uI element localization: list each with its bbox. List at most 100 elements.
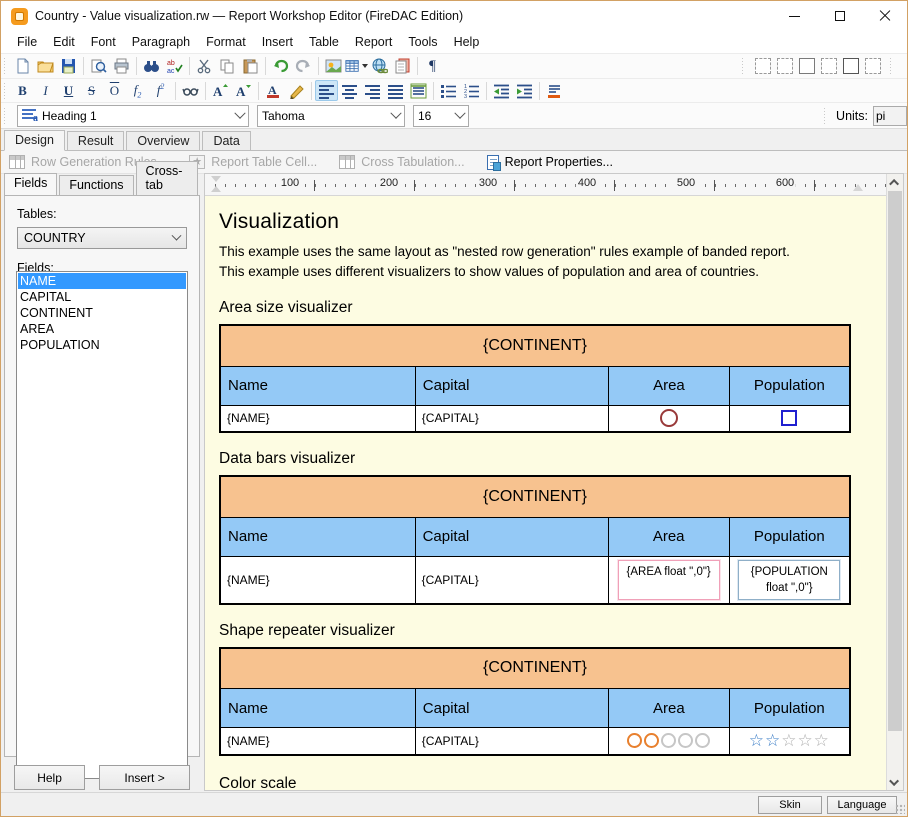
border-outline-button[interactable] xyxy=(799,58,815,74)
menu-tools[interactable]: Tools xyxy=(400,33,445,51)
right-indent-marker[interactable] xyxy=(853,184,863,191)
hidden-text-button[interactable] xyxy=(179,80,202,101)
document-page[interactable]: Visualization This example uses the same… xyxy=(205,196,886,790)
language-button[interactable]: Language xyxy=(827,796,897,814)
toolbar-grip[interactable] xyxy=(890,58,893,74)
shrink-font-icon: A xyxy=(235,83,252,99)
shrink-font-button[interactable]: A xyxy=(232,80,255,101)
menu-help[interactable]: Help xyxy=(446,33,488,51)
overline-button[interactable]: O xyxy=(103,80,126,101)
tab-overview[interactable]: Overview xyxy=(126,131,200,150)
cut-button[interactable] xyxy=(193,56,216,77)
menu-paragraph[interactable]: Paragraph xyxy=(124,33,198,51)
align-justify-button[interactable] xyxy=(384,80,407,101)
open-button[interactable] xyxy=(34,56,57,77)
field-item-population[interactable]: POPULATION xyxy=(18,337,186,353)
menu-file[interactable]: File xyxy=(9,33,45,51)
font-size-combo[interactable]: 16 xyxy=(413,105,469,127)
tab-cross-tab[interactable]: Cross-tab xyxy=(136,161,198,195)
save-button[interactable] xyxy=(57,56,80,77)
minimize-button[interactable] xyxy=(772,1,817,31)
zoom-icon xyxy=(90,58,107,74)
close-button[interactable] xyxy=(862,1,907,31)
border-none-button[interactable] xyxy=(755,58,771,74)
scroll-up-button[interactable] xyxy=(887,174,903,190)
tab-design[interactable]: Design xyxy=(4,130,65,151)
insert-button[interactable]: Insert > xyxy=(99,765,190,790)
page-setup-button[interactable] xyxy=(391,56,414,77)
border-inside-button[interactable] xyxy=(865,58,881,74)
menu-edit[interactable]: Edit xyxy=(45,33,83,51)
scroll-down-button[interactable] xyxy=(887,774,903,790)
copy-button[interactable] xyxy=(216,56,239,77)
undo-button[interactable] xyxy=(269,56,292,77)
report-properties-button[interactable]: Report Properties... xyxy=(487,155,613,170)
hyperlink-button[interactable] xyxy=(368,56,391,77)
scrollbar-thumb[interactable] xyxy=(888,191,902,731)
report-table-cell-button[interactable]: ★ Report Table Cell... xyxy=(189,155,317,169)
formatting-marks-button[interactable]: ¶ xyxy=(421,56,444,77)
toolbar-grip[interactable] xyxy=(4,58,7,74)
menu-report[interactable]: Report xyxy=(347,33,401,51)
paste-button[interactable] xyxy=(239,56,262,77)
toolbar-grip[interactable] xyxy=(824,108,827,124)
grow-font-button[interactable]: A xyxy=(209,80,232,101)
tab-fields[interactable]: Fields xyxy=(4,173,57,195)
tables-select[interactable]: COUNTRY xyxy=(17,227,187,249)
strikethrough-button[interactable]: S xyxy=(80,80,103,101)
border-bottom-button[interactable] xyxy=(821,58,837,74)
find-button[interactable] xyxy=(140,56,163,77)
menu-insert[interactable]: Insert xyxy=(254,33,301,51)
toolbar-grip[interactable] xyxy=(4,108,7,124)
help-button[interactable]: Help xyxy=(14,765,85,790)
spellcheck-button[interactable]: abac xyxy=(163,56,186,77)
fit-width-button[interactable] xyxy=(407,80,430,101)
new-document-button[interactable] xyxy=(11,56,34,77)
bold-button[interactable]: B xyxy=(11,80,34,101)
print-preview-button[interactable] xyxy=(110,56,133,77)
menu-table[interactable]: Table xyxy=(301,33,347,51)
border-all-button[interactable] xyxy=(843,58,859,74)
cross-tabulation-button[interactable]: Cross Tabulation... xyxy=(339,155,464,169)
underline-button[interactable]: U xyxy=(57,80,80,101)
skin-button[interactable]: Skin xyxy=(758,796,822,814)
resize-grip[interactable] xyxy=(895,804,905,814)
field-item-capital[interactable]: CAPITAL xyxy=(18,289,186,305)
align-center-button[interactable] xyxy=(338,80,361,101)
superscript-button[interactable]: f2 xyxy=(149,80,172,101)
decrease-indent-button[interactable] xyxy=(490,80,513,101)
menu-format[interactable]: Format xyxy=(198,33,254,51)
toolbar-grip[interactable] xyxy=(4,83,7,99)
align-right-button[interactable] xyxy=(361,80,384,101)
field-item-name[interactable]: NAME xyxy=(18,273,186,289)
field-item-area[interactable]: AREA xyxy=(18,321,186,337)
numbered-list-button[interactable]: 123 xyxy=(460,80,483,101)
font-name-combo[interactable]: Tahoma xyxy=(257,105,405,127)
vertical-scrollbar[interactable] xyxy=(886,174,903,790)
align-left-button[interactable] xyxy=(315,80,338,101)
first-line-indent-marker[interactable] xyxy=(211,176,221,182)
highlight-button[interactable] xyxy=(285,80,308,101)
paragraph-color-button[interactable] xyxy=(543,80,566,101)
font-color-button[interactable]: A xyxy=(262,80,285,101)
units-select[interactable]: pi xyxy=(873,106,907,126)
left-indent-marker[interactable] xyxy=(211,186,221,192)
italic-button[interactable]: I xyxy=(34,80,57,101)
menu-font[interactable]: Font xyxy=(83,33,124,51)
insert-image-button[interactable] xyxy=(322,56,345,77)
toolbar-grip[interactable] xyxy=(742,58,745,74)
increase-indent-button[interactable] xyxy=(513,80,536,101)
subscript-button[interactable]: f2 xyxy=(126,80,149,101)
maximize-button[interactable] xyxy=(817,1,862,31)
insert-table-button[interactable] xyxy=(345,56,368,77)
fields-listbox[interactable]: NAME CAPITAL CONTINENT AREA POPULATION xyxy=(16,271,188,779)
bullet-list-button[interactable] xyxy=(437,80,460,101)
border-left-button[interactable] xyxy=(777,58,793,74)
tab-result[interactable]: Result xyxy=(67,131,124,150)
field-item-continent[interactable]: CONTINENT xyxy=(18,305,186,321)
tab-data[interactable]: Data xyxy=(202,131,250,150)
redo-button[interactable] xyxy=(292,56,315,77)
paragraph-style-combo[interactable]: a Heading 1 xyxy=(17,105,249,127)
zoom-button[interactable] xyxy=(87,56,110,77)
tab-functions[interactable]: Functions xyxy=(59,175,133,195)
